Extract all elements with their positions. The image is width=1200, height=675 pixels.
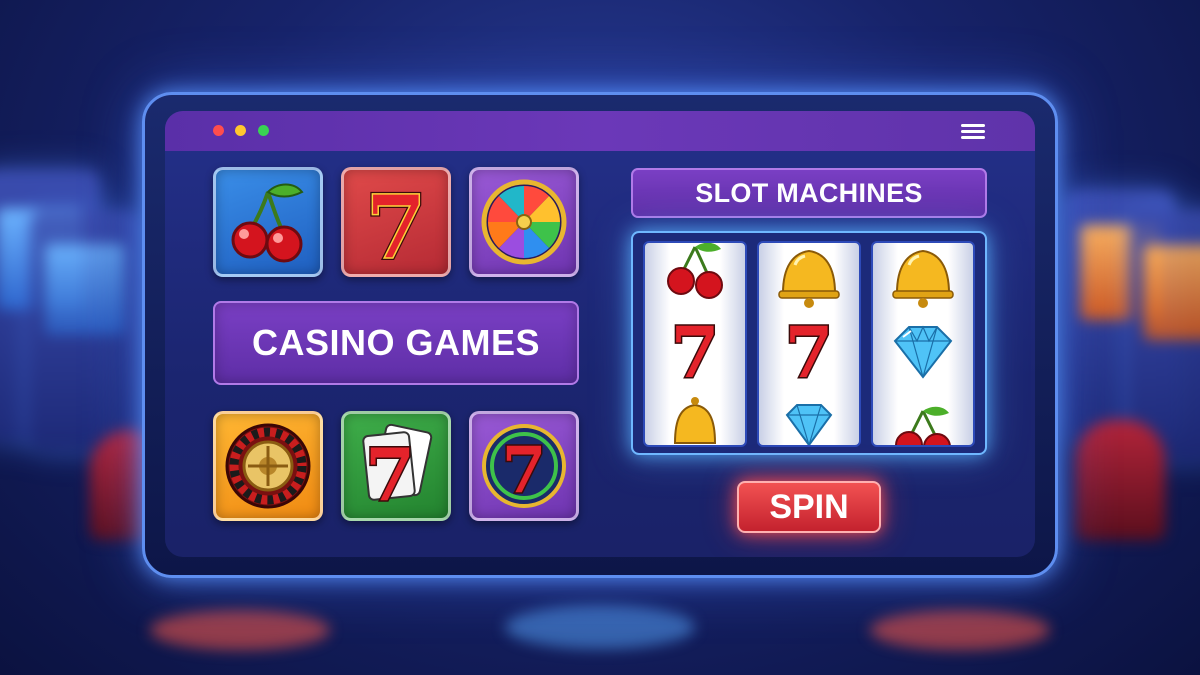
svg-text:7: 7	[502, 433, 547, 508]
cherry-icon	[231, 183, 304, 263]
blackjack-cards-icon: 7	[362, 423, 433, 518]
stool-icon	[1075, 420, 1165, 540]
svg-text:7: 7	[365, 175, 426, 274]
prize-wheel-game-tile[interactable]	[469, 167, 579, 277]
svg-text:7: 7	[671, 311, 720, 394]
bell-icon	[892, 249, 954, 308]
bell-icon	[673, 397, 717, 444]
lucky-seven-game-tile[interactable]: 7 7	[341, 167, 451, 277]
reel-2: 7	[757, 241, 861, 447]
cherry-game-tile[interactable]	[213, 167, 323, 277]
svg-text:7: 7	[365, 432, 415, 517]
spin-button[interactable]: SPIN	[737, 481, 881, 533]
maximize-dot[interactable]	[258, 125, 269, 136]
tablet-frame: 7 7 CASINO GAMES 7 7 SLOT MACHINES 7 7 S…	[142, 92, 1058, 578]
casino-games-banner[interactable]: CASINO GAMES	[213, 301, 579, 385]
diamond-icon	[893, 325, 953, 379]
prize-wheel-icon	[481, 179, 567, 265]
reel-1: 7	[643, 241, 747, 447]
svg-text:7: 7	[785, 311, 834, 394]
diamond-icon	[785, 404, 833, 445]
roulette-game-tile[interactable]	[213, 411, 323, 521]
slot-machine-icon	[30, 210, 140, 450]
reel-3	[871, 241, 975, 447]
minimize-dot[interactable]	[235, 125, 246, 136]
cherry-icon	[895, 406, 951, 445]
seven-icon: 7	[669, 310, 721, 396]
seven-chip-game-tile[interactable]: 7	[469, 411, 579, 521]
bell-icon	[778, 249, 840, 308]
hamburger-menu-icon[interactable]	[961, 124, 985, 140]
roulette-icon	[225, 423, 311, 509]
slot-reels: 7 7	[631, 231, 987, 455]
blackjack-game-tile[interactable]: 7	[341, 411, 451, 521]
app-window: 7 7 CASINO GAMES 7 7 SLOT MACHINES 7 7 S…	[165, 111, 1035, 557]
close-dot[interactable]	[213, 125, 224, 136]
seven-chip-icon: 7	[482, 424, 566, 510]
slot-machines-title: SLOT MACHINES	[631, 168, 987, 218]
lucky-seven-icon: 7 7	[363, 173, 428, 274]
title-bar	[165, 111, 1035, 151]
seven-icon: 7	[783, 310, 835, 396]
cherry-icon	[667, 243, 723, 299]
